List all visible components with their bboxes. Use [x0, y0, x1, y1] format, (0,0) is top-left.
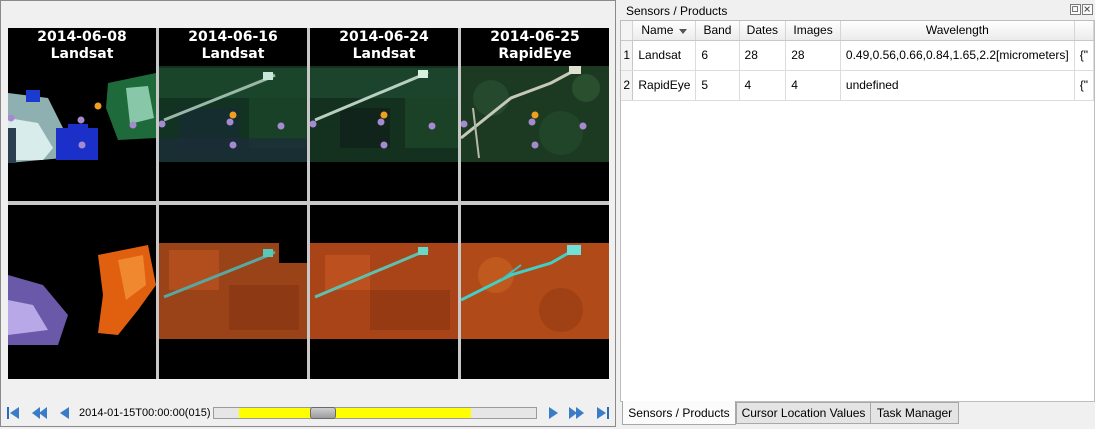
cell-extra[interactable]: {": [1074, 40, 1094, 71]
sort-descending-icon: [679, 28, 688, 34]
skip-last-icon[interactable]: [595, 405, 611, 421]
table-corner: [621, 21, 634, 41]
column-header-band[interactable]: Band: [695, 21, 740, 41]
image-tile-truecolor-3[interactable]: 2014-06-24 Landsat: [310, 28, 458, 201]
cell-dates[interactable]: 4: [739, 70, 787, 101]
image-tile-falsecolor-4[interactable]: [461, 205, 609, 379]
skip-first-icon[interactable]: [5, 405, 21, 421]
cell-name[interactable]: RapidEye: [632, 70, 697, 101]
step-back-icon[interactable]: [31, 405, 47, 421]
sensors-products-dock: Sensors / Products Name Band Dates Image…: [620, 0, 1095, 429]
column-header-images[interactable]: Images: [785, 21, 841, 41]
panel-date-label: 2014-06-24: [339, 29, 429, 45]
time-range-fill: [239, 408, 471, 418]
dock-title: Sensors / Products: [626, 4, 728, 18]
panel-sensor-label: Landsat: [50, 46, 114, 62]
tab-sensors-products[interactable]: Sensors / Products: [622, 401, 736, 425]
time-slider-handle[interactable]: [310, 407, 336, 419]
panel-sensor-label: RapidEye: [498, 46, 572, 62]
current-time-label: 2014-01-15T00:00:00(015): [79, 407, 211, 419]
column-header-dates[interactable]: Dates: [739, 21, 787, 41]
cell-wavelength[interactable]: 0.49,0.56,0.66,0.84,1.65,2.2[micrometers…: [840, 40, 1075, 71]
table-header-row: Name Band Dates Images Wavelength: [621, 21, 1094, 41]
image-tile-truecolor-1[interactable]: 2014-06-08 Landsat: [8, 28, 156, 201]
cell-band[interactable]: 5: [695, 70, 740, 101]
close-dock-icon[interactable]: [1082, 4, 1093, 15]
time-series-viewer: 2014-06-08 Landsat 2014-06-16 Landsat 20…: [0, 0, 616, 427]
image-tile-falsecolor-2[interactable]: [159, 205, 307, 379]
cell-dates[interactable]: 28: [739, 40, 787, 71]
column-header-label: Images: [793, 23, 833, 38]
table-row[interactable]: 2 RapidEye 5 4 4 undefined {": [621, 70, 1094, 101]
dock-tab-bar: Sensors / Products Cursor Location Value…: [620, 401, 1095, 426]
panel-date-label: 2014-06-25: [490, 29, 580, 45]
row-number: 2: [621, 70, 634, 101]
panel-date-label: 2014-06-16: [188, 29, 278, 45]
table-row[interactable]: 1 Landsat 6 28 28 0.49,0.56,0.66,0.84,1.…: [621, 40, 1094, 71]
image-grid: 2014-06-08 Landsat 2014-06-16 Landsat 20…: [8, 28, 609, 379]
sensors-table: Name Band Dates Images Wavelength 1 Land…: [620, 20, 1095, 402]
column-header-label: Dates: [746, 23, 779, 38]
column-header-label: Name: [641, 23, 674, 38]
image-tile-truecolor-4[interactable]: 2014-06-25 RapidEye: [461, 28, 609, 201]
column-header-label: Wavelength: [925, 23, 989, 38]
cell-band[interactable]: 6: [695, 40, 740, 71]
image-tile-truecolor-2[interactable]: 2014-06-16 Landsat: [159, 28, 307, 201]
tab-cursor-location-values[interactable]: Cursor Location Values: [736, 402, 871, 424]
time-navigation-bar: 2014-01-15T00:00:00(015): [5, 403, 613, 423]
column-header-extra[interactable]: [1074, 21, 1094, 41]
play-back-icon[interactable]: [57, 405, 73, 421]
time-slider[interactable]: [213, 407, 537, 419]
panel-sensor-label: Landsat: [352, 46, 416, 62]
play-forward-icon[interactable]: [545, 405, 561, 421]
cell-extra[interactable]: {": [1074, 70, 1094, 101]
image-tile-falsecolor-1[interactable]: [8, 205, 156, 379]
panel-date-label: 2014-06-08: [37, 29, 127, 45]
float-dock-icon[interactable]: [1070, 4, 1081, 15]
column-header-label: Band: [703, 23, 732, 38]
row-number: 1: [621, 40, 634, 71]
column-header-name[interactable]: Name: [632, 21, 697, 41]
cell-images[interactable]: 28: [785, 40, 841, 71]
panel-sensor-label: Landsat: [201, 46, 265, 62]
step-forward-icon[interactable]: [569, 405, 585, 421]
cell-images[interactable]: 4: [785, 70, 841, 101]
column-header-wavelength[interactable]: Wavelength: [840, 21, 1075, 41]
cell-name[interactable]: Landsat: [632, 40, 697, 71]
grid-separator: [8, 201, 609, 205]
tab-task-manager[interactable]: Task Manager: [870, 402, 959, 424]
image-tile-falsecolor-3[interactable]: [310, 205, 458, 379]
cell-wavelength[interactable]: undefined: [840, 70, 1075, 101]
